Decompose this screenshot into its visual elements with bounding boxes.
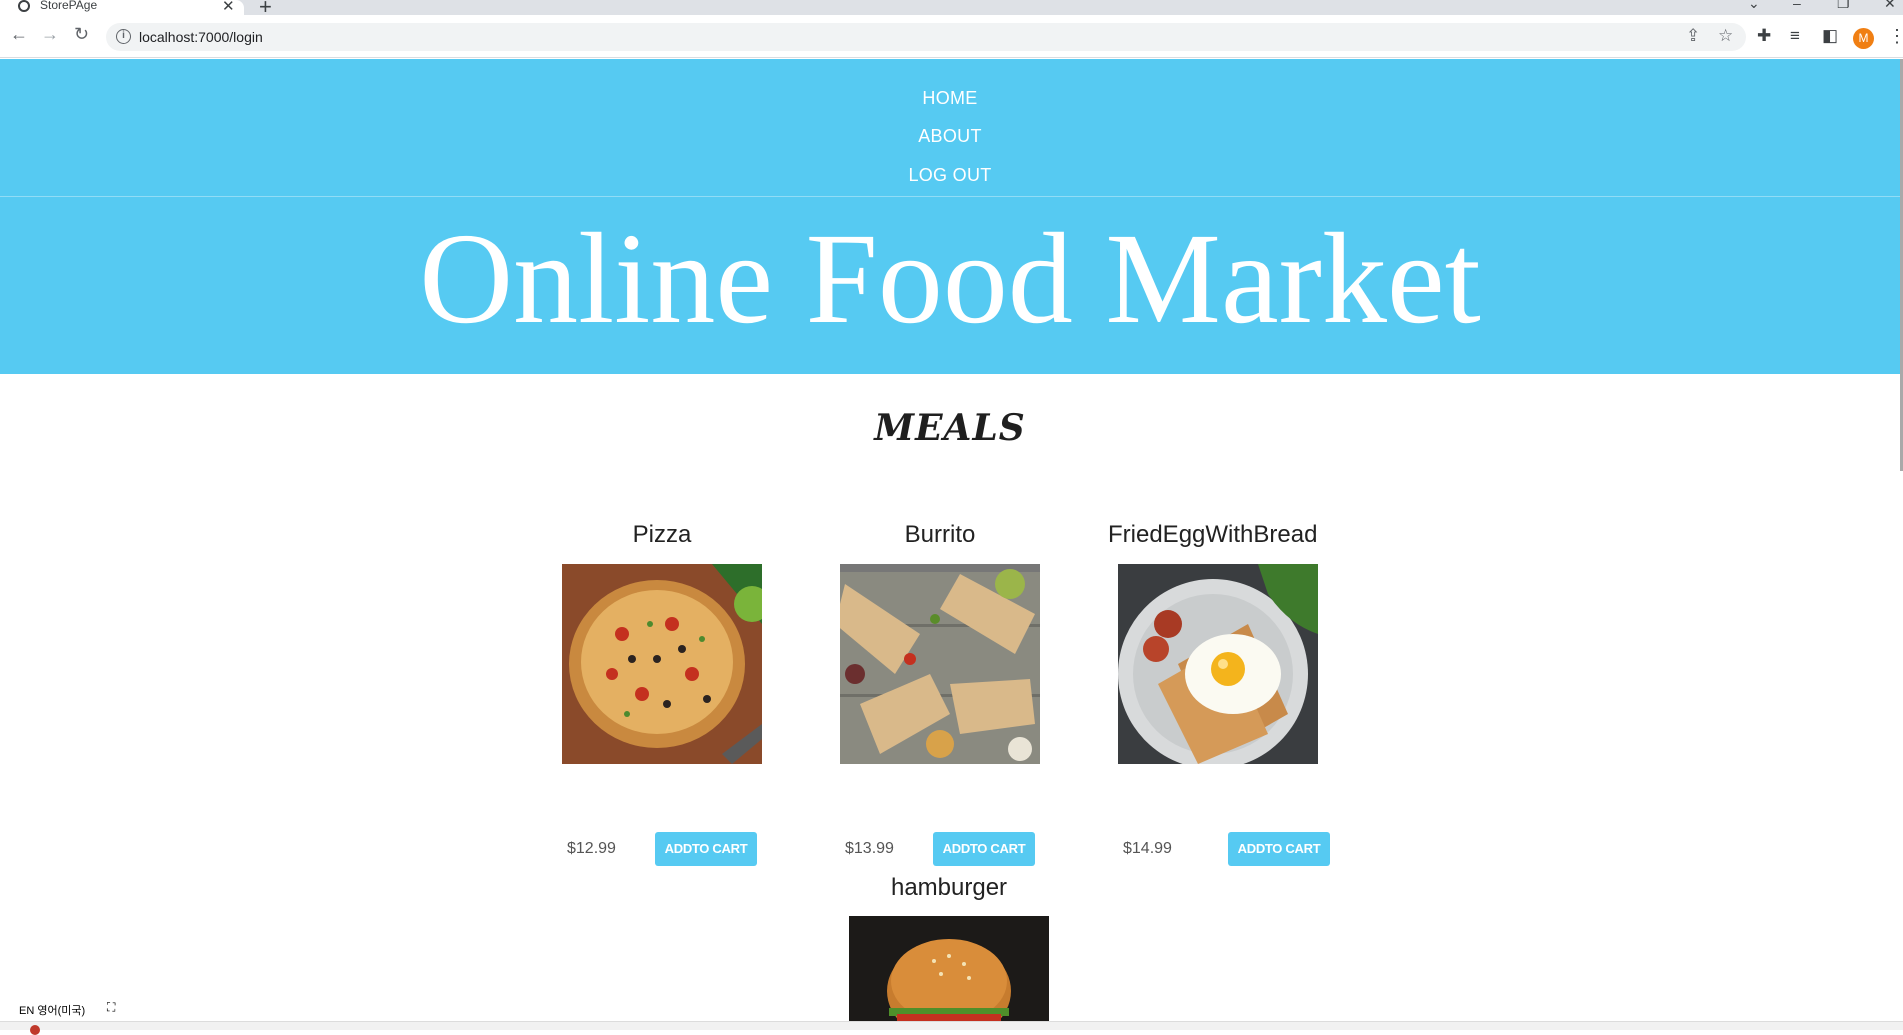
browser-tab-bar: StorePAge ✕ + ⌄ – ❐ ✕ <box>0 0 1903 19</box>
page-viewport: HOME ABOUT LOG OUT Online Food Market ME… <box>0 59 1903 1021</box>
minimize-icon[interactable]: – <box>1793 0 1801 11</box>
fried-egg-image <box>1118 564 1318 764</box>
price-fried-egg: $14.99 <box>1123 840 1172 857</box>
pizza-image <box>562 564 762 764</box>
product-title-fried-egg: FriedEggWithBread <box>1108 521 1318 548</box>
menu-icon[interactable]: ⋮ <box>1888 26 1903 47</box>
browser-tab[interactable]: StorePAge ✕ <box>0 0 244 15</box>
site-title: Online Food Market <box>419 207 1481 351</box>
ime-indicator[interactable]: EN 영어(미국) ⛶ <box>0 997 130 1019</box>
add-to-cart-button-fried-egg[interactable]: ADDTO CART <box>1228 832 1330 866</box>
price-burrito: $13.99 <box>845 840 894 857</box>
section-title: MEALS <box>874 407 1026 449</box>
nav-home-link[interactable]: HOME <box>0 88 1900 109</box>
side-panel-icon[interactable]: ◧ <box>1822 26 1838 46</box>
profile-avatar[interactable]: M <box>1853 28 1874 49</box>
hamburger-image <box>849 916 1049 1021</box>
address-bar[interactable]: i localhost:7000/login ⇪ ☆ <box>106 23 1746 51</box>
info-icon[interactable]: i <box>116 29 131 44</box>
back-icon[interactable]: ← <box>10 24 28 45</box>
url-text[interactable]: localhost:7000/login <box>139 29 263 45</box>
nav-menu: HOME ABOUT LOG OUT <box>0 59 1900 197</box>
product-title-pizza: Pizza <box>632 521 692 548</box>
tab-close-icon[interactable]: ✕ <box>222 0 235 15</box>
nav-about-link[interactable]: ABOUT <box>0 126 1900 147</box>
price-pizza: $12.99 <box>567 840 616 857</box>
share-icon[interactable]: ⇪ <box>1686 26 1700 46</box>
ime-settings-icon[interactable]: ⛶ <box>107 1000 115 1015</box>
extensions-icon[interactable]: ✚ <box>1757 26 1771 46</box>
nav-logout-link[interactable]: LOG OUT <box>0 165 1900 186</box>
close-window-icon[interactable]: ✕ <box>1884 0 1896 12</box>
add-to-cart-button-pizza[interactable]: ADDTO CART <box>655 832 757 866</box>
globe-icon <box>18 0 30 12</box>
site-header: HOME ABOUT LOG OUT Online Food Market <box>0 59 1900 374</box>
reload-icon[interactable]: ↻ <box>74 24 89 45</box>
taskbar <box>0 1021 1903 1035</box>
taskbar-app-icon[interactable] <box>30 1025 40 1035</box>
restore-icon[interactable]: ❐ <box>1837 0 1850 12</box>
product-title-hamburger: hamburger <box>890 874 1008 901</box>
burrito-image <box>840 564 1040 764</box>
forward-icon[interactable]: → <box>41 24 59 45</box>
reading-list-icon[interactable]: ≡ <box>1790 26 1800 46</box>
browser-toolbar: ← → ↻ i localhost:7000/login ⇪ ☆ ✚ ≡ ◧ M… <box>0 15 1903 58</box>
ime-label: EN 영어(미국) <box>19 1005 86 1017</box>
add-to-cart-button-burrito[interactable]: ADDTO CART <box>933 832 1035 866</box>
product-title-burrito: Burrito <box>904 521 976 548</box>
tab-search-icon[interactable]: ⌄ <box>1748 0 1760 12</box>
bookmark-star-icon[interactable]: ☆ <box>1718 26 1733 46</box>
tab-title: StorePAge <box>40 0 98 12</box>
